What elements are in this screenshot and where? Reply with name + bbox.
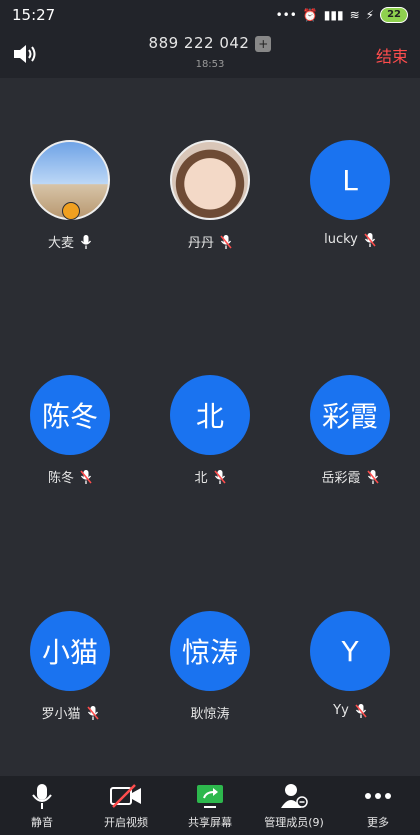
mic-muted-icon (355, 703, 367, 718)
participant-tile[interactable]: 惊涛 耿惊涛 (140, 611, 280, 722)
participant-grid: 大麦 丹丹 L lucky 陈冬 陈冬 北 北 彩霞 岳彩霞 小猫 罗小猫 惊涛… (0, 78, 420, 776)
more-label: 更多 (367, 815, 389, 829)
more-button[interactable]: 更多 (336, 782, 420, 830)
microphone-icon (32, 783, 52, 809)
participant-tile[interactable]: L lucky (280, 140, 420, 247)
participant-name: 大麦 (0, 232, 140, 251)
status-icons: ••• ⏰ ▮▮▮ ≋ ⚡ 22 (276, 7, 408, 23)
avatar: 小猫 (30, 611, 110, 691)
end-button[interactable]: 结束 (376, 43, 408, 67)
avatar: 彩霞 (310, 375, 390, 455)
avatar: L (310, 140, 390, 220)
bottom-toolbar: 静音 开启视频 共享屏幕 管理成员(9) 更多 (0, 776, 420, 835)
manage-members-button[interactable]: 管理成员(9) (252, 782, 336, 830)
participant-tile[interactable]: Y Yy (280, 611, 420, 718)
mute-button[interactable]: 静音 (0, 782, 84, 830)
host-icon (62, 202, 80, 220)
mic-muted-icon (86, 705, 99, 720)
avatar: 北 (170, 375, 250, 455)
elapsed-time: 18:53 (195, 59, 225, 70)
share-screen-button[interactable]: 共享屏幕 (168, 782, 252, 830)
call-header: 889 222 042 + 18:53 结束 (0, 30, 420, 78)
members-label: 管理成员(9) (264, 815, 324, 829)
video-label: 开启视频 (104, 815, 148, 829)
meeting-id[interactable]: 889 222 042 + (0, 34, 420, 52)
share-label: 共享屏幕 (188, 815, 232, 829)
participant-name: 丹丹 (140, 232, 280, 251)
dots-icon: ••• (275, 8, 297, 22)
members-icon (281, 783, 308, 808)
participant-name: 耿惊涛 (190, 707, 230, 722)
start-video-button[interactable]: 开启视频 (84, 782, 168, 830)
meeting-id-text: 889 222 042 (148, 34, 250, 52)
wifi-icon: ≋ (349, 8, 360, 22)
participant-name: 岳彩霞 (280, 467, 420, 486)
participant-name: Yy (280, 703, 420, 718)
signal-icon: ▮▮▮ (323, 8, 344, 22)
battery-badge: 22 (380, 7, 408, 23)
alarm-icon: ⏰ (302, 8, 318, 22)
avatar (30, 140, 110, 220)
participant-name: 北 (140, 467, 280, 486)
avatar: 陈冬 (30, 375, 110, 455)
mic-muted-icon (80, 469, 92, 484)
share-screen-icon (197, 784, 223, 808)
status-time: 15:27 (12, 6, 56, 24)
participant-tile[interactable]: 丹丹 (140, 140, 280, 251)
mute-label: 静音 (31, 815, 53, 829)
shield-icon: + (255, 35, 272, 52)
participant-tile[interactable]: 彩霞 岳彩霞 (280, 375, 420, 486)
status-bar: 15:27 ••• ⏰ ▮▮▮ ≋ ⚡ 22 (0, 0, 420, 30)
avatar: Y (310, 611, 390, 691)
avatar: 惊涛 (170, 611, 250, 691)
participant-name: 陈冬 (0, 467, 140, 486)
mic-muted-icon (220, 234, 232, 249)
mic-icon (80, 234, 92, 249)
mic-muted-icon (213, 469, 226, 484)
participant-name: lucky (280, 232, 420, 247)
avatar (170, 140, 250, 220)
video-off-icon (110, 783, 141, 808)
participant-tile[interactable]: 陈冬 陈冬 (0, 375, 140, 486)
charging-icon: ⚡ (365, 8, 375, 22)
participant-name: 罗小猫 (0, 703, 140, 722)
mic-muted-icon (364, 232, 376, 247)
participant-tile[interactable]: 北 北 (140, 375, 280, 486)
participant-tile[interactable]: 小猫 罗小猫 (0, 611, 140, 722)
more-dots-icon (365, 792, 391, 799)
participant-tile[interactable]: 大麦 (0, 140, 140, 251)
mic-muted-icon (366, 469, 379, 484)
